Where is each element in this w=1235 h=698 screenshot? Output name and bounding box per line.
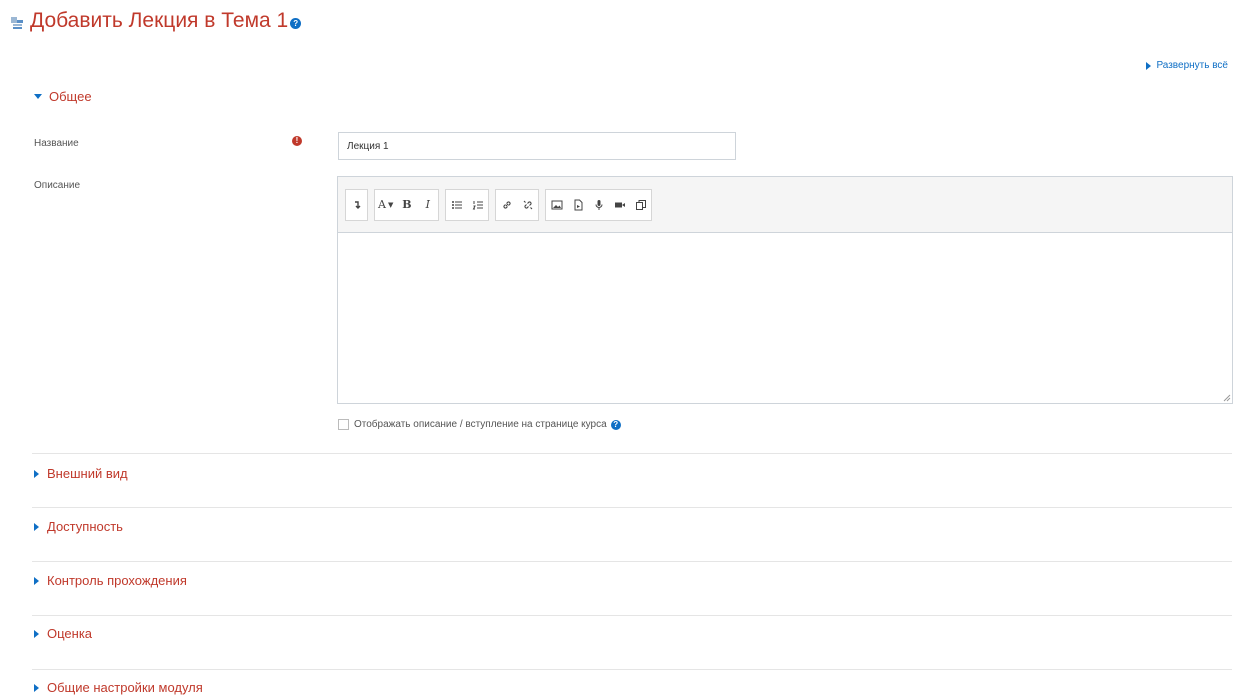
editor-toolbar: A ▼ B I [338, 177, 1232, 233]
image-icon [551, 200, 563, 209]
section-appearance-label: Внешний вид [47, 466, 128, 481]
toolbar-group-collapse [345, 188, 368, 221]
section-completion-header[interactable]: Контроль прохождения [34, 573, 187, 588]
bullet-list-icon [451, 200, 462, 209]
section-appearance-header[interactable]: Внешний вид [34, 466, 128, 481]
resize-handle-icon[interactable] [1223, 394, 1231, 402]
description-editor: A ▼ B I [337, 176, 1233, 404]
manage-files-icon [635, 199, 646, 210]
description-editor-area[interactable] [338, 233, 1232, 403]
required-icon: ! [292, 136, 302, 146]
section-divider [32, 561, 1232, 562]
italic-button[interactable]: I [417, 190, 438, 220]
record-video-button[interactable] [609, 190, 630, 220]
manage-files-button[interactable] [630, 190, 651, 220]
video-camera-icon [614, 202, 625, 207]
microphone-icon [595, 199, 603, 210]
name-label: Название [34, 138, 79, 149]
triangle-right-icon [34, 522, 39, 531]
ordered-list-button[interactable] [467, 190, 488, 220]
triangle-right-icon [34, 576, 39, 585]
section-general-header[interactable]: Общее [34, 89, 92, 104]
section-availability-label: Доступность [47, 519, 123, 534]
font-size-label: A [378, 198, 386, 211]
caret-down-icon: ▼ [387, 200, 394, 209]
insert-media-button[interactable] [567, 190, 588, 220]
triangle-down-icon [34, 94, 42, 99]
unordered-list-button[interactable] [446, 190, 467, 220]
toolbar-group-media [545, 188, 653, 221]
section-grade-label: Оценка [47, 626, 93, 641]
link-icon [503, 200, 511, 209]
toolbar-group-links [495, 188, 540, 221]
section-divider [32, 615, 1232, 616]
section-divider [32, 453, 1232, 454]
collapse-arrow-icon [354, 200, 360, 209]
link-button[interactable] [496, 190, 517, 220]
lesson-module-icon [11, 17, 23, 29]
help-icon[interactable]: ? [610, 419, 621, 430]
page-title: Добавить Лекция в Тема 1 [30, 9, 289, 32]
section-availability-header[interactable]: Доступность [34, 519, 123, 534]
triangle-right-icon [34, 629, 39, 638]
triangle-right-icon [34, 469, 39, 478]
show-more-buttons[interactable] [346, 190, 367, 220]
toolbar-group-lists [445, 188, 490, 221]
section-general-label: Общее [49, 89, 92, 104]
expand-all-label: Развернуть всё [1156, 60, 1228, 71]
section-divider [32, 669, 1232, 670]
show-description-checkbox[interactable] [338, 419, 349, 430]
section-completion-label: Контроль прохождения [47, 573, 187, 588]
show-description-label: Отображать описание / вступление на стра… [354, 419, 607, 430]
triangle-right-icon [1146, 61, 1152, 70]
show-description-row: Отображать описание / вступление на стра… [338, 419, 621, 430]
unlink-icon [523, 200, 533, 209]
section-common-settings-header[interactable]: Общие настройки модуля [34, 680, 203, 695]
record-audio-button[interactable] [588, 190, 609, 220]
document-icon [574, 199, 583, 210]
section-common-settings-label: Общие настройки модуля [47, 680, 203, 695]
help-icon[interactable]: ? [290, 17, 302, 29]
numbered-list-icon [472, 200, 483, 209]
insert-image-button[interactable] [546, 190, 567, 220]
description-label: Описание [34, 180, 81, 191]
font-size-button[interactable]: A ▼ [375, 190, 396, 220]
section-grade-header[interactable]: Оценка [34, 626, 92, 641]
triangle-right-icon [34, 683, 39, 692]
unlink-button[interactable] [517, 190, 538, 220]
expand-all-link[interactable]: Развернуть всё [1146, 60, 1228, 71]
bold-button[interactable]: B [396, 190, 417, 220]
page-heading: Добавить Лекция в Тема 1 ? [10, 9, 302, 33]
name-input[interactable] [338, 132, 736, 160]
section-divider [32, 507, 1232, 508]
toolbar-group-style: A ▼ B I [374, 188, 440, 221]
